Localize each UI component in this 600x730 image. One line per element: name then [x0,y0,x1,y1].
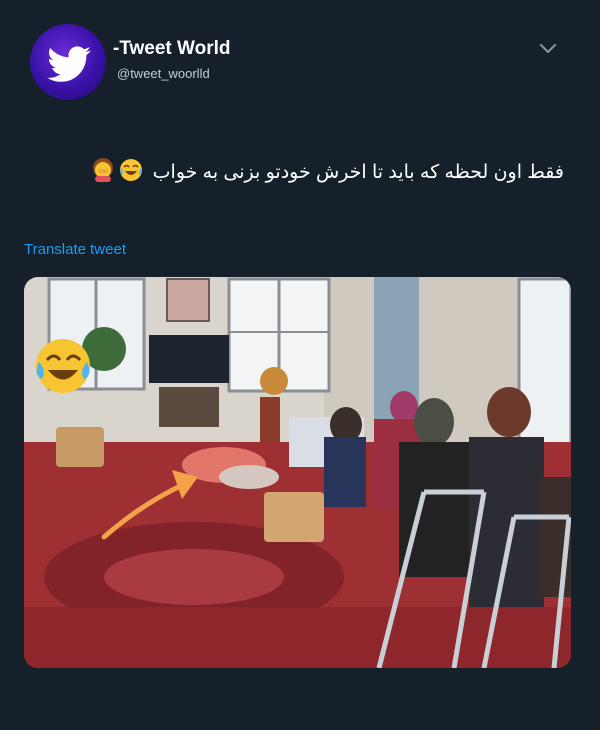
woman-facepalming-icon [91,158,115,188]
tweet-card: -Tweet World @tweet_woorlld فقط اون لحظه… [0,0,600,730]
display-name[interactable]: -Tweet World [113,38,231,60]
user-handle[interactable]: @tweet_woorlld [117,66,210,81]
twitter-bird-icon [47,46,91,82]
chevron-down-icon[interactable] [538,42,558,56]
photo-scene [24,277,571,668]
tweet-text-body: فقط اون لحظه که باید تا اخرش خودتو بزنی … [152,162,564,184]
tweet-text: فقط اون لحظه که باید تا اخرش خودتو بزنی … [91,158,564,188]
avatar[interactable] [30,24,106,100]
tweet-media-photo[interactable] [24,277,571,668]
translate-tweet-link[interactable]: Translate tweet [24,241,126,258]
face-with-tears-of-joy-icon [119,158,143,188]
overlay-laughing-emoji [36,339,90,393]
